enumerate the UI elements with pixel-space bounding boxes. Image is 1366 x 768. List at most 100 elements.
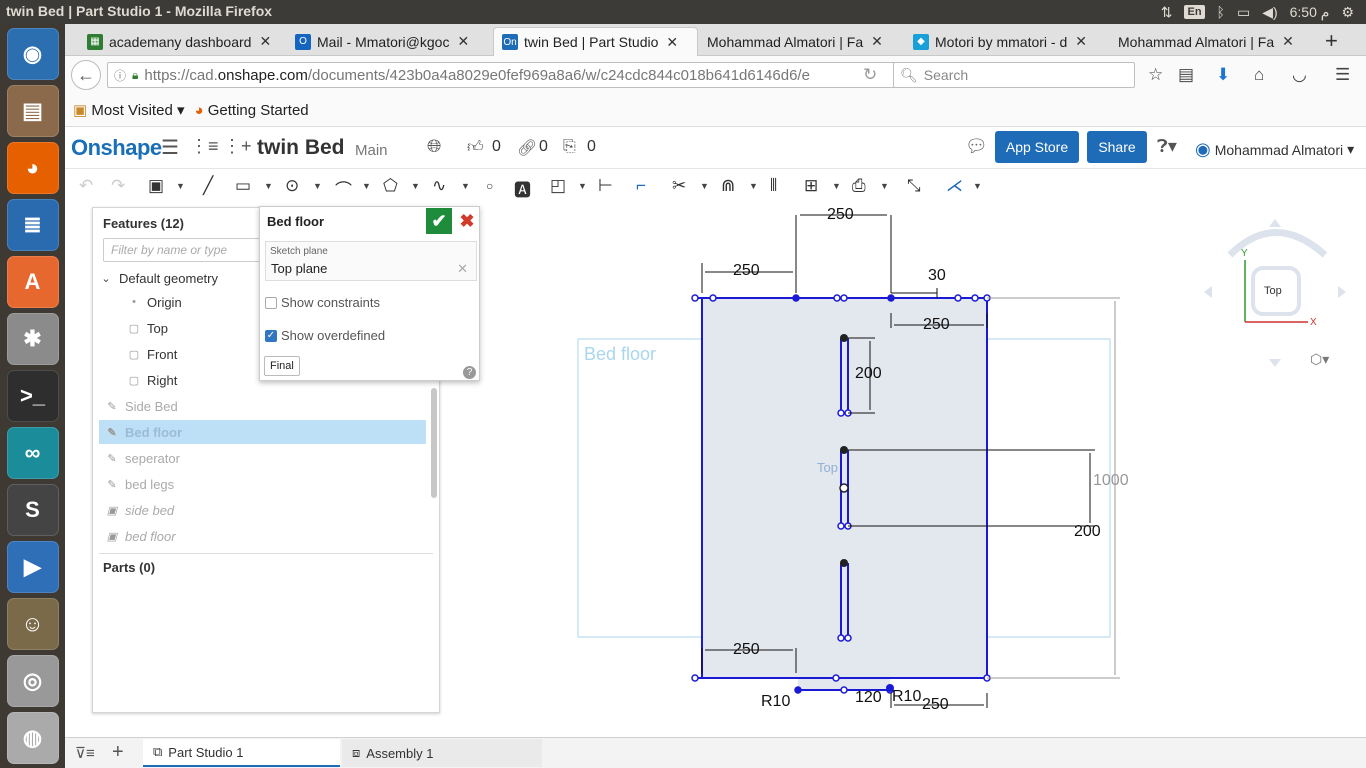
accept-checkmark-icon[interactable]: ✔ <box>426 208 452 234</box>
volume-icon[interactable]: ◀) <box>1262 4 1277 21</box>
mirror-tool-icon[interactable]: ⫴ <box>770 176 777 196</box>
back-arrow-icon[interactable]: ← <box>71 60 101 90</box>
chevron-down-icon[interactable]: ▼ <box>411 181 420 191</box>
clock[interactable]: 6:50 م <box>1290 4 1330 21</box>
chevron-down-icon[interactable]: ▼ <box>313 181 322 191</box>
version-history-icon[interactable]: ⋮≡ <box>190 136 219 157</box>
rotate-down-icon[interactable] <box>1269 359 1281 367</box>
polygon-tool-icon[interactable]: ⬠ <box>383 176 398 196</box>
hamburger-menu-icon[interactable]: ☰ <box>161 135 179 160</box>
sketch-mode-icon[interactable]: ▣ <box>148 176 164 196</box>
info-icon[interactable]: ⓘ <box>114 67 126 84</box>
dimension-label[interactable]: 250 <box>733 641 760 659</box>
chevron-down-icon[interactable]: ▼ <box>176 181 185 191</box>
trim-tool-icon[interactable]: ✂ <box>672 176 686 196</box>
sketch-dialog-title[interactable]: Bed floor <box>267 214 324 229</box>
parts-header[interactable]: Parts (0) <box>103 560 155 575</box>
settings-icon[interactable]: ✱ <box>6 313 59 365</box>
cancel-x-icon[interactable]: ✖ <box>456 208 478 234</box>
feature-item-side-bed[interactable]: ✎ Side Bed <box>99 394 426 418</box>
final-button[interactable]: Final <box>264 356 300 376</box>
insert-icon[interactable]: ⋮+ <box>223 136 252 157</box>
address-bar[interactable]: ⓘ 🔒︎ https://cad. onshape.com/documents/4… <box>107 62 951 88</box>
feature-item-bed-floor[interactable]: ▣ bed floor <box>99 524 426 548</box>
offset-tool-icon[interactable]: ⋒ <box>721 176 735 196</box>
tab-motori[interactable]: ◆ Motori by mmatori - d ✕ <box>905 27 1111 56</box>
dimension-label[interactable]: 200 <box>1074 523 1101 541</box>
sketch-plane-field[interactable]: Sketch plane Top plane ✕ <box>265 241 477 281</box>
bookmark-star-icon[interactable]: ☆ <box>1148 65 1163 85</box>
search-box[interactable]: 🔍︎ Search <box>893 62 1135 88</box>
download-icon[interactable]: ⬇ <box>1216 65 1230 85</box>
rotate-left-icon[interactable] <box>1204 286 1212 298</box>
clear-x-icon[interactable]: ✕ <box>457 261 468 277</box>
chevron-down-icon[interactable]: ▼ <box>578 181 587 191</box>
checkbox-checked[interactable]: ✓ <box>265 329 277 342</box>
new-tab-icon[interactable]: + <box>1325 28 1338 54</box>
tab-twin-bed[interactable]: On twin Bed | Part Studio ✕ <box>493 27 698 56</box>
text-tool-icon[interactable]: 🅰︎ <box>514 176 531 201</box>
onshape-logo[interactable]: Onshape <box>71 135 162 161</box>
network-arrows-icon[interactable]: ⇅ <box>1161 4 1173 21</box>
gimp-icon[interactable]: ☺ <box>6 598 59 650</box>
close-tab-icon[interactable]: ✕ <box>259 33 271 50</box>
menu-icon[interactable]: ☰ <box>1335 65 1350 85</box>
help-icon[interactable]: ❓︎▾ <box>1157 136 1177 157</box>
share-button[interactable]: Share <box>1087 131 1147 163</box>
point-tool-icon[interactable]: ○ <box>486 179 493 193</box>
rotate-right-icon[interactable] <box>1338 286 1346 298</box>
bluetooth-icon[interactable]: ᛒ <box>1217 4 1225 20</box>
files-icon[interactable]: ▤ <box>6 85 59 137</box>
construction-tool-icon[interactable]: ◰ <box>550 176 566 196</box>
chevron-down-icon[interactable]: ▼ <box>362 181 371 191</box>
reload-icon[interactable]: ↻ <box>863 65 877 85</box>
chevron-down-icon[interactable]: ▼ <box>880 181 889 191</box>
feature-item-side-bed[interactable]: ▣ side bed <box>99 498 426 522</box>
chevron-down-icon[interactable]: ▼ <box>749 181 758 191</box>
close-tab-icon[interactable]: ✕ <box>871 33 883 50</box>
feature-item-bed-floor[interactable]: ✎ Bed floor <box>99 420 426 444</box>
pocket-icon[interactable]: ◡ <box>1292 65 1307 85</box>
like-icon[interactable]: 👍︎ <box>467 138 484 157</box>
chevron-down-icon[interactable]: ▼ <box>832 181 841 191</box>
copy-icon[interactable]: ⎘ <box>563 138 576 156</box>
dimension-label[interactable]: 250 <box>733 262 760 280</box>
show-constraints-checkbox[interactable]: Show constraints <box>265 295 380 310</box>
feature-list-scrollbar[interactable] <box>431 388 437 498</box>
chevron-down-icon[interactable]: ⌄ <box>99 271 113 285</box>
camera-icon[interactable]: ◎ <box>6 655 59 707</box>
terminal-icon[interactable]: >_ <box>6 370 59 422</box>
keyboard-layout[interactable]: En <box>1184 5 1205 19</box>
close-tab-icon[interactable]: ✕ <box>457 33 469 50</box>
document-title[interactable]: twin Bed <box>257 136 345 160</box>
checkbox-unchecked[interactable] <box>265 296 277 309</box>
undo-icon[interactable]: ↶ <box>79 176 93 196</box>
pattern-tool-icon[interactable]: ⊞ <box>804 176 818 196</box>
tab-academany[interactable]: ▦ academany dashboard ✕ <box>79 27 287 56</box>
chevron-down-icon[interactable]: ▼ <box>264 181 273 191</box>
sublime-icon[interactable]: S <box>6 484 59 536</box>
comment-icon[interactable]: 💬︎ <box>965 136 988 157</box>
constraint-tool-icon[interactable]: ⋌ <box>946 176 963 196</box>
media-player-icon[interactable]: ▶ <box>6 541 59 593</box>
view-options-icon[interactable]: ⬡▾ <box>1310 351 1329 368</box>
dimension-label[interactable]: R10 <box>761 693 790 711</box>
chevron-down-icon[interactable]: ▼ <box>973 181 982 191</box>
bookmark-getting-started[interactable]: ◕ Getting Started <box>195 102 309 119</box>
show-overdefined-checkbox[interactable]: ✓ Show overdefined <box>265 328 385 343</box>
tab-fab-2[interactable]: Mohammad Almatori | Fa ✕ <box>1110 27 1310 56</box>
arc-tool-icon[interactable]: ⌒ <box>335 176 352 201</box>
power-gear-icon[interactable]: ⚙ <box>1341 4 1354 21</box>
fillet-tool-icon[interactable]: ⌐ <box>636 176 646 196</box>
reading-list-icon[interactable]: ▤ <box>1178 65 1194 85</box>
rotate-up-icon[interactable] <box>1269 219 1281 227</box>
circle-tool-icon[interactable]: ⊙ <box>285 176 299 196</box>
chevron-down-icon[interactable]: ▼ <box>700 181 709 191</box>
dimension-label[interactable]: 250 <box>827 206 854 224</box>
rectangle-tool-icon[interactable]: ▭ <box>235 176 251 196</box>
spline-tool-icon[interactable]: ∿ <box>432 176 446 196</box>
feature-item-bed-legs[interactable]: ✎ bed legs <box>99 472 426 496</box>
dimension-label[interactable]: 200 <box>855 365 882 383</box>
view-cube[interactable]: Top Y X ⬡▾ <box>1200 215 1350 375</box>
dimension-tool-icon[interactable]: ⊢ <box>598 176 613 196</box>
